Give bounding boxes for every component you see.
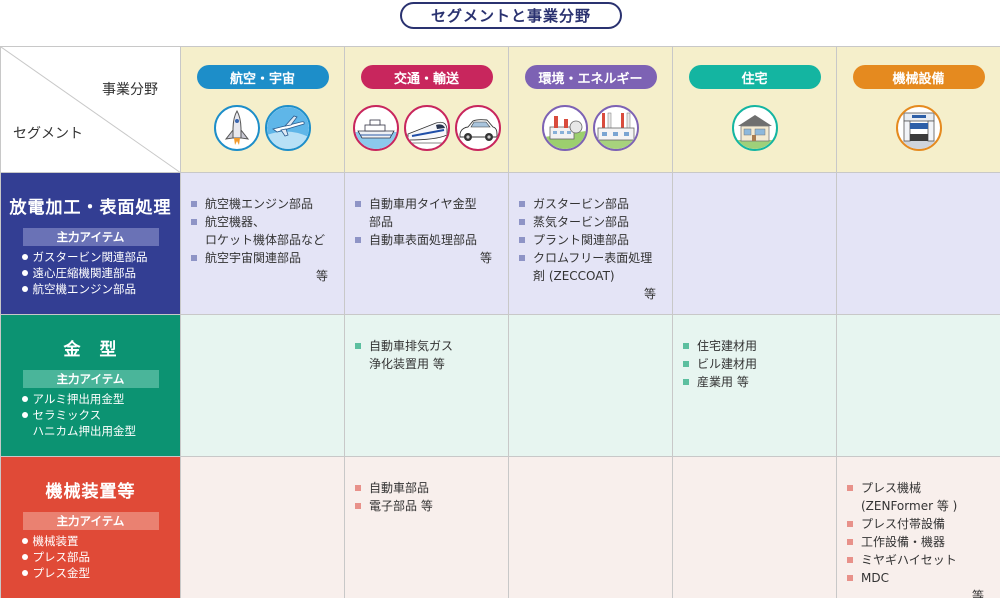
field-label: 環境・エネルギー (524, 65, 657, 89)
field-axis-label: 事業分野 (102, 82, 158, 98)
corner-diagonal (1, 47, 180, 172)
car-icon (454, 105, 501, 151)
field-header-2: 環境・エネルギー (509, 47, 673, 173)
field-icons (214, 105, 311, 151)
main-item: 機械装置 (21, 533, 161, 549)
matrix-cell-1-3: 住宅建材用 ビル建材用 産業用 等 (673, 315, 837, 457)
segment-header-0: 放電加工・表面処理 主力アイテム ガスタービン関連部品 遠心圧縮機関連部品 航空機エンジ… (1, 173, 181, 315)
list-item: 電子部品 等 (355, 497, 498, 515)
matrix-cell-2-1: 自動車部品 電子部品 等 (345, 457, 509, 598)
main-items-list: アルミ押出用金型 セラミックス ハニカム押出用金型 (21, 391, 161, 439)
field-icons (352, 105, 501, 151)
business-list: プレス機械 (ZENFormer 等 ) プレス付帯設備 工作設備・機器 ミヤギハイセ… (847, 479, 990, 587)
etc-note: 等 (971, 589, 984, 598)
list-item: 航空機器、 ロケット機体部品など (191, 213, 334, 249)
list-item: MDC (847, 569, 990, 587)
matrix-cell-2-0 (181, 457, 345, 598)
matrix-cell-2-3 (673, 457, 837, 598)
field-header-0: 航空・宇宙 (181, 47, 345, 173)
list-item: 自動車表面処理部品 (355, 231, 498, 249)
ship-icon (352, 105, 399, 151)
list-item: 工作設備・機器 (847, 533, 990, 551)
segment-name: 機械装置等 (45, 482, 136, 502)
list-item: プラント関連部品 (519, 231, 662, 249)
main-item: プレス金型 (21, 565, 161, 581)
main-items-label: 主力アイテム (22, 370, 159, 388)
business-list: 自動車用タイヤ金型 部品 自動車表面処理部品 (355, 195, 498, 249)
matrix-cell-0-0: 航空機エンジン部品 航空機器、 ロケット機体部品など 航空宇宙関連部品等 (181, 173, 345, 315)
business-list: 自動車排気ガス 浄化装置用 等 (355, 337, 498, 373)
press-machine-icon (895, 105, 942, 151)
list-item: 産業用 等 (683, 373, 826, 391)
matrix-cell-0-1: 自動車用タイヤ金型 部品 自動車表面処理部品等 (345, 173, 509, 315)
main-item: 遠心圧縮機関連部品 (21, 265, 161, 281)
matrix-cell-0-3 (673, 173, 837, 315)
power-plant-icon (542, 105, 588, 151)
field-header-1: 交通・輸送 (345, 47, 509, 173)
field-label: 住宅 (688, 65, 821, 89)
main-items-label: 主力アイテム (22, 228, 159, 246)
field-label: 機械設備 (852, 65, 985, 89)
main-item: プレス部品 (21, 549, 161, 565)
etc-note: 等 (479, 251, 492, 265)
house-icon (731, 105, 778, 151)
segment-header-2: 機械装置等 主力アイテム 機械装置 プレス部品 プレス金型 (1, 457, 181, 598)
business-list: 航空機エンジン部品 航空機器、 ロケット機体部品など 航空宇宙関連部品 (191, 195, 334, 267)
space-shuttle-icon (214, 105, 260, 151)
business-list: 自動車部品 電子部品 等 (355, 479, 498, 515)
list-item: 自動車部品 (355, 479, 498, 497)
field-icons (542, 105, 639, 151)
list-item: クロムフリー表面処理 剤 (ZECCOAT) (519, 249, 662, 285)
list-item: プレス付帯設備 (847, 515, 990, 533)
list-item: 自動車排気ガス 浄化装置用 等 (355, 337, 498, 373)
matrix-cell-0-2: ガスタービン部品 蒸気タービン部品 プラント関連部品 クロムフリー表面処理 剤 (ZE… (509, 173, 673, 315)
list-item: 蒸気タービン部品 (519, 213, 662, 231)
main-item: ガスタービン関連部品 (21, 249, 161, 265)
field-label: 交通・輸送 (360, 65, 493, 89)
field-header-4: 機械設備 (837, 47, 1000, 173)
segment-axis-label: セグメント (13, 126, 83, 142)
list-item: ミヤギハイセット (847, 551, 990, 569)
etc-note: 等 (643, 287, 656, 301)
matrix-cell-1-2 (509, 315, 673, 457)
etc-note: 等 (315, 269, 328, 283)
matrix-cell-1-0 (181, 315, 345, 457)
list-item: プレス機械 (ZENFormer 等 ) (847, 479, 990, 515)
list-item: 航空宇宙関連部品 (191, 249, 334, 267)
matrix-cell-0-4 (837, 173, 1000, 315)
business-list: 住宅建材用 ビル建材用 産業用 等 (683, 337, 826, 391)
field-header-3: 住宅 (673, 47, 837, 173)
segment-name: 金 型 (63, 340, 118, 360)
main-items-list: ガスタービン関連部品 遠心圧縮機関連部品 航空機エンジン部品 (21, 249, 161, 297)
factory-icon (593, 105, 639, 151)
matrix-cell-1-1: 自動車排気ガス 浄化装置用 等 (345, 315, 509, 457)
segment-header-1: 金 型主力アイテム アルミ押出用金型 セラミックス ハニカム押出用金型 (1, 315, 181, 457)
list-item: 自動車用タイヤ金型 部品 (355, 195, 498, 231)
field-label: 航空・宇宙 (196, 65, 329, 89)
matrix-cell-2-2 (509, 457, 673, 598)
list-item: ビル建材用 (683, 355, 826, 373)
field-icons (731, 105, 778, 151)
corner-header: 事業分野 セグメント (1, 47, 181, 173)
list-item: ガスタービン部品 (519, 195, 662, 213)
business-list: ガスタービン部品 蒸気タービン部品 プラント関連部品 クロムフリー表面処理 剤 (ZE… (519, 195, 662, 285)
matrix-cell-2-4: プレス機械 (ZENFormer 等 ) プレス付帯設備 工作設備・機器 ミヤギハイセ… (837, 457, 1000, 598)
matrix-cell-1-4 (837, 315, 1000, 457)
segment-matrix: 事業分野 セグメント 航空・宇宙 交通・輸送 環境・エネルギー 住宅 機械設備放電加工・… (0, 46, 1000, 598)
list-item: 住宅建材用 (683, 337, 826, 355)
bullet-train-icon (403, 105, 450, 151)
main-items-label: 主力アイテム (22, 512, 159, 530)
main-item: 航空機エンジン部品 (21, 281, 161, 297)
airplane-icon (265, 105, 311, 151)
main-item: アルミ押出用金型 (21, 391, 161, 407)
main-items-list: 機械装置 プレス部品 プレス金型 (21, 533, 161, 581)
segment-name: 放電加工・表面処理 (9, 198, 172, 218)
page-title: セグメントと事業分野 (400, 2, 622, 29)
field-icons (895, 105, 942, 151)
main-item: セラミックス ハニカム押出用金型 (21, 407, 161, 439)
list-item: 航空機エンジン部品 (191, 195, 334, 213)
